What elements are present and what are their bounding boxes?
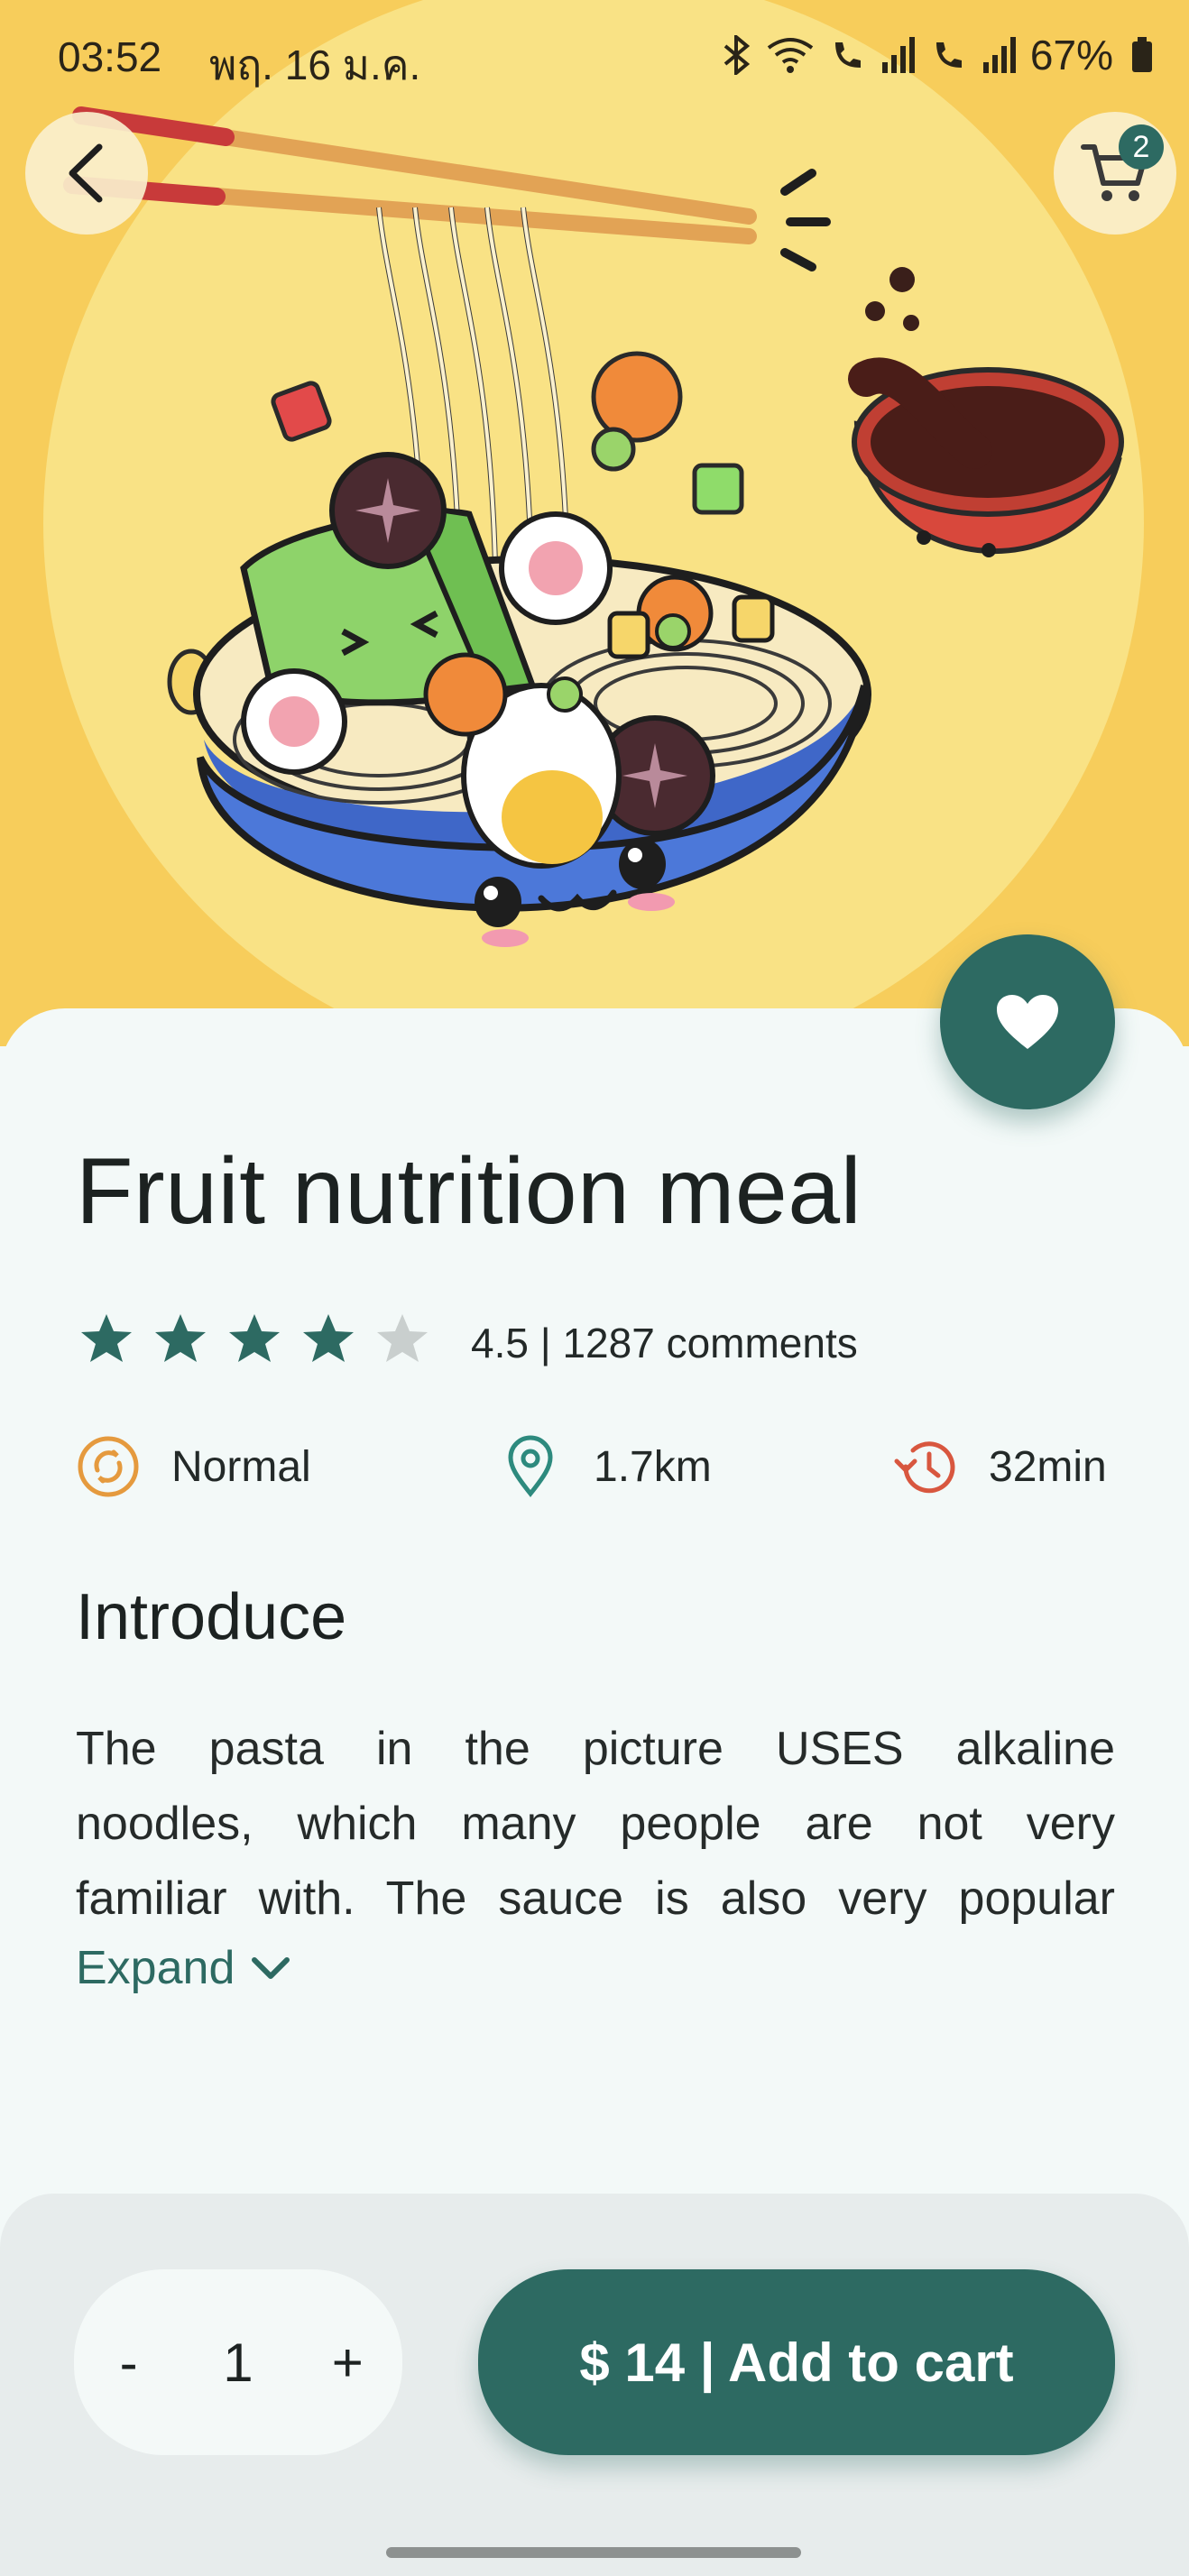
- ramen-illustration: [43, 0, 1144, 1046]
- delivery-time-label: 32min: [989, 1442, 1107, 1491]
- wifi-calling-sim1-icon: [834, 42, 861, 68]
- back-button[interactable]: [25, 112, 148, 235]
- back-arrow-icon: [69, 143, 103, 203]
- introduce-heading: Introduce: [76, 1581, 347, 1653]
- add-to-cart-button[interactable]: $ 14 | Add to cart: [478, 2269, 1115, 2455]
- star-empty-icon: [377, 1314, 428, 1362]
- description-line: The pasta in the picture USES alkaline: [76, 1723, 1115, 1775]
- hero-image: 03:52 พฤ. 16 ม.ค. 67% 2: [0, 0, 1189, 1046]
- quantity-stepper: - 1 +: [74, 2269, 402, 2455]
- wifi-calling-sim2-icon: [936, 42, 962, 68]
- expand-button[interactable]: Expand: [76, 1941, 290, 1995]
- description-line: noodles, which many people are not very: [76, 1798, 1115, 1850]
- increase-quantity-button[interactable]: +: [325, 2332, 370, 2394]
- battery-percent: 67%: [1029, 32, 1113, 78]
- status-bar: 03:52 พฤ. 16 ม.ค. 67%: [0, 0, 1189, 117]
- introduce-description: The pasta in the picture USES alkaline n…: [76, 1712, 1115, 1937]
- delivery-time: 32min: [893, 1434, 1107, 1499]
- status-time: 03:52: [58, 33, 162, 80]
- bluetooth-icon: [724, 35, 751, 75]
- signal-sim1-icon: [881, 37, 915, 73]
- battery-icon: [1132, 37, 1152, 72]
- decrease-quantity-button[interactable]: -: [106, 2332, 152, 2394]
- spice-level-label: Normal: [171, 1442, 311, 1491]
- cart-button[interactable]: 2: [1054, 112, 1176, 235]
- distance: 1.7km: [498, 1434, 712, 1499]
- cart-count-badge: 2: [1119, 124, 1164, 170]
- signal-sim2-icon: [982, 37, 1016, 73]
- heart-icon: [997, 995, 1058, 1049]
- star-rating: [79, 1311, 429, 1366]
- home-indicator[interactable]: [386, 2547, 801, 2558]
- status-date: พฤ. 16 ม.ค.: [209, 41, 421, 88]
- product-title: Fruit nutrition meal: [76, 1139, 862, 1244]
- location-pin-icon: [508, 1435, 553, 1498]
- rating-summary: 4.5 | 1287 comments: [471, 1320, 858, 1366]
- quantity-value: 1: [223, 2332, 253, 2393]
- status-icons: 67%: [722, 31, 1153, 79]
- expand-label: Expand: [76, 1942, 235, 1994]
- star-filled-icon: [81, 1314, 132, 1362]
- spice-level: Normal: [76, 1434, 311, 1499]
- distance-label: 1.7km: [594, 1442, 712, 1491]
- spice-level-icon: [78, 1436, 139, 1497]
- history-clock-icon: [894, 1441, 955, 1494]
- star-filled-icon: [303, 1314, 354, 1362]
- favorite-button[interactable]: [940, 934, 1115, 1109]
- description-line: familiar with. The sauce is also very po…: [76, 1872, 1115, 1925]
- star-filled-icon: [155, 1314, 206, 1362]
- star-filled-icon: [229, 1314, 280, 1362]
- chevron-down-icon: [252, 1957, 290, 1979]
- wifi-icon: [767, 38, 814, 73]
